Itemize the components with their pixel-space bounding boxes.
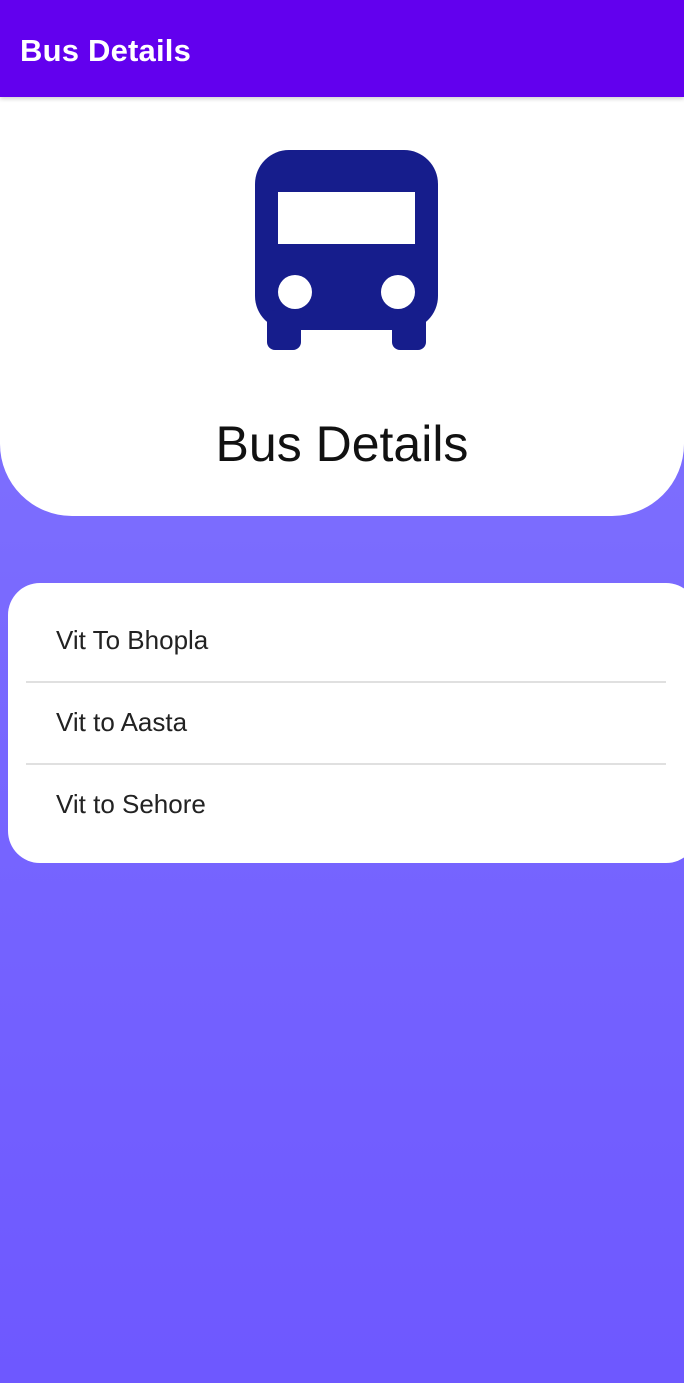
app-bar-title: Bus Details (20, 33, 192, 68)
header-card: Bus Details (0, 97, 684, 516)
list-item-route-3[interactable]: Vit to Sehore (8, 765, 684, 845)
route-list: Vit To Bhopla Vit to Aasta Vit to Sehore (8, 583, 684, 863)
app-bar: Bus Details (0, 0, 684, 97)
list-item-label: Vit to Aasta (56, 707, 188, 737)
page-title: Bus Details (215, 416, 469, 472)
list-item-label: Vit to Sehore (56, 789, 206, 819)
list-item-route-1[interactable]: Vit To Bhopla (8, 601, 684, 681)
list-item-route-2[interactable]: Vit to Aasta (8, 683, 684, 763)
list-item-label: Vit To Bhopla (56, 625, 209, 655)
bus-icon (255, 150, 438, 350)
